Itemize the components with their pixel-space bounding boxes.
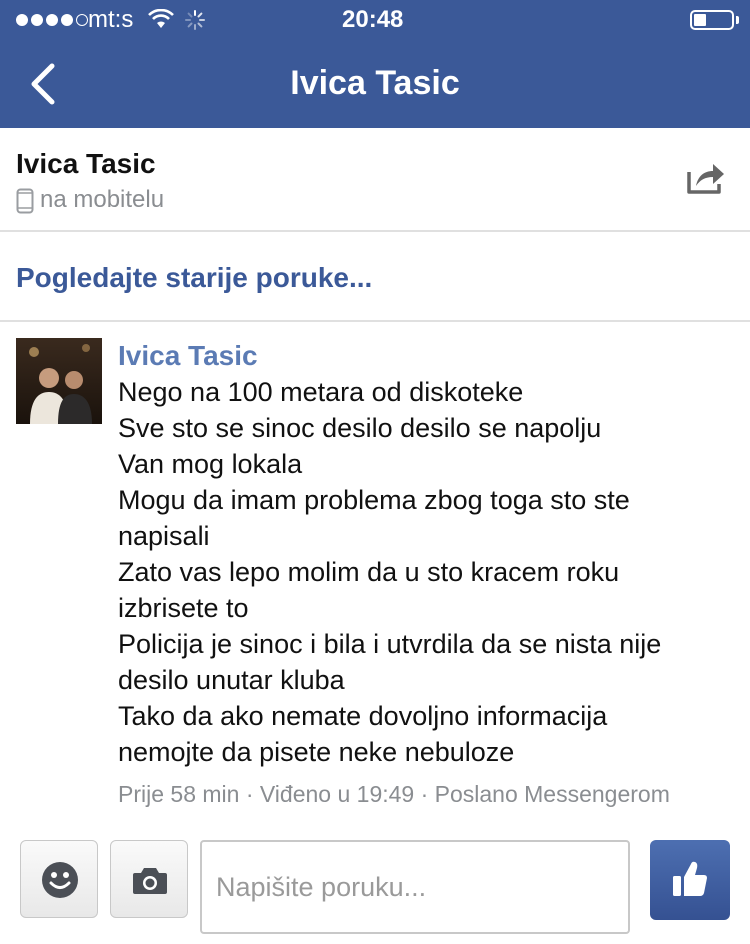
older-messages-bar: Pogledajte starije poruke... (0, 232, 750, 322)
message-line: nemojte da pisete neke nebuloze (118, 737, 515, 767)
message-input[interactable] (200, 840, 630, 934)
battery-icon (690, 10, 734, 30)
message-line: napisali (118, 521, 210, 551)
presence-status: na mobitelu (40, 186, 165, 213)
message-line: Sve sto se sinoc desilo desilo se napolj… (118, 413, 602, 443)
carrier-label: mt:s (88, 6, 134, 33)
message-line: Policija je sinoc i bila i utvrdila da s… (118, 629, 662, 659)
like-button[interactable] (650, 840, 730, 920)
signal-strength-icon (16, 14, 88, 26)
mobile-phone-icon (16, 188, 34, 214)
camera-button[interactable] (110, 840, 188, 918)
wifi-icon (148, 9, 174, 28)
camera-icon (133, 868, 167, 894)
battery-tip (736, 16, 739, 24)
navigation-bar: Ivica Tasic (0, 40, 750, 128)
emoji-button[interactable] (20, 840, 98, 918)
message-line: Zato vas lepo molim da u sto kracem roku (118, 557, 620, 587)
message-line: desilo unutar kluba (118, 665, 345, 695)
avatar[interactable] (16, 338, 102, 424)
message-meta: Prije 58 min · Viđeno u 19:49 · Poslano … (118, 781, 670, 807)
share-icon[interactable] (686, 158, 726, 196)
message-sender-name[interactable]: Ivica Tasic (118, 340, 258, 372)
message-line: izbrisete to (118, 593, 249, 623)
conversation-header: Ivica Tasic na mobitelu (0, 128, 750, 232)
older-messages-link[interactable]: Pogledajte starije poruke... (16, 262, 372, 294)
message-line: Nego na 100 metara od diskoteke (118, 377, 524, 407)
smiley-icon (42, 862, 78, 898)
loading-spinner-icon (185, 10, 205, 30)
message-line: Mogu da imam problema zbog toga sto ste (118, 485, 630, 515)
thumbs-up-icon (673, 861, 707, 896)
message-line: Van mog lokala (118, 449, 303, 479)
page-title: Ivica Tasic (290, 64, 460, 102)
status-bar: mt:s 20:48 (0, 0, 750, 40)
message-body: Nego na 100 metara od diskoteke Sve sto … (118, 374, 738, 770)
contact-name[interactable]: Ivica Tasic (16, 148, 156, 180)
message-line: Tako da ako nemate dovoljno informacija (118, 701, 608, 731)
clock: 20:48 (342, 6, 404, 33)
